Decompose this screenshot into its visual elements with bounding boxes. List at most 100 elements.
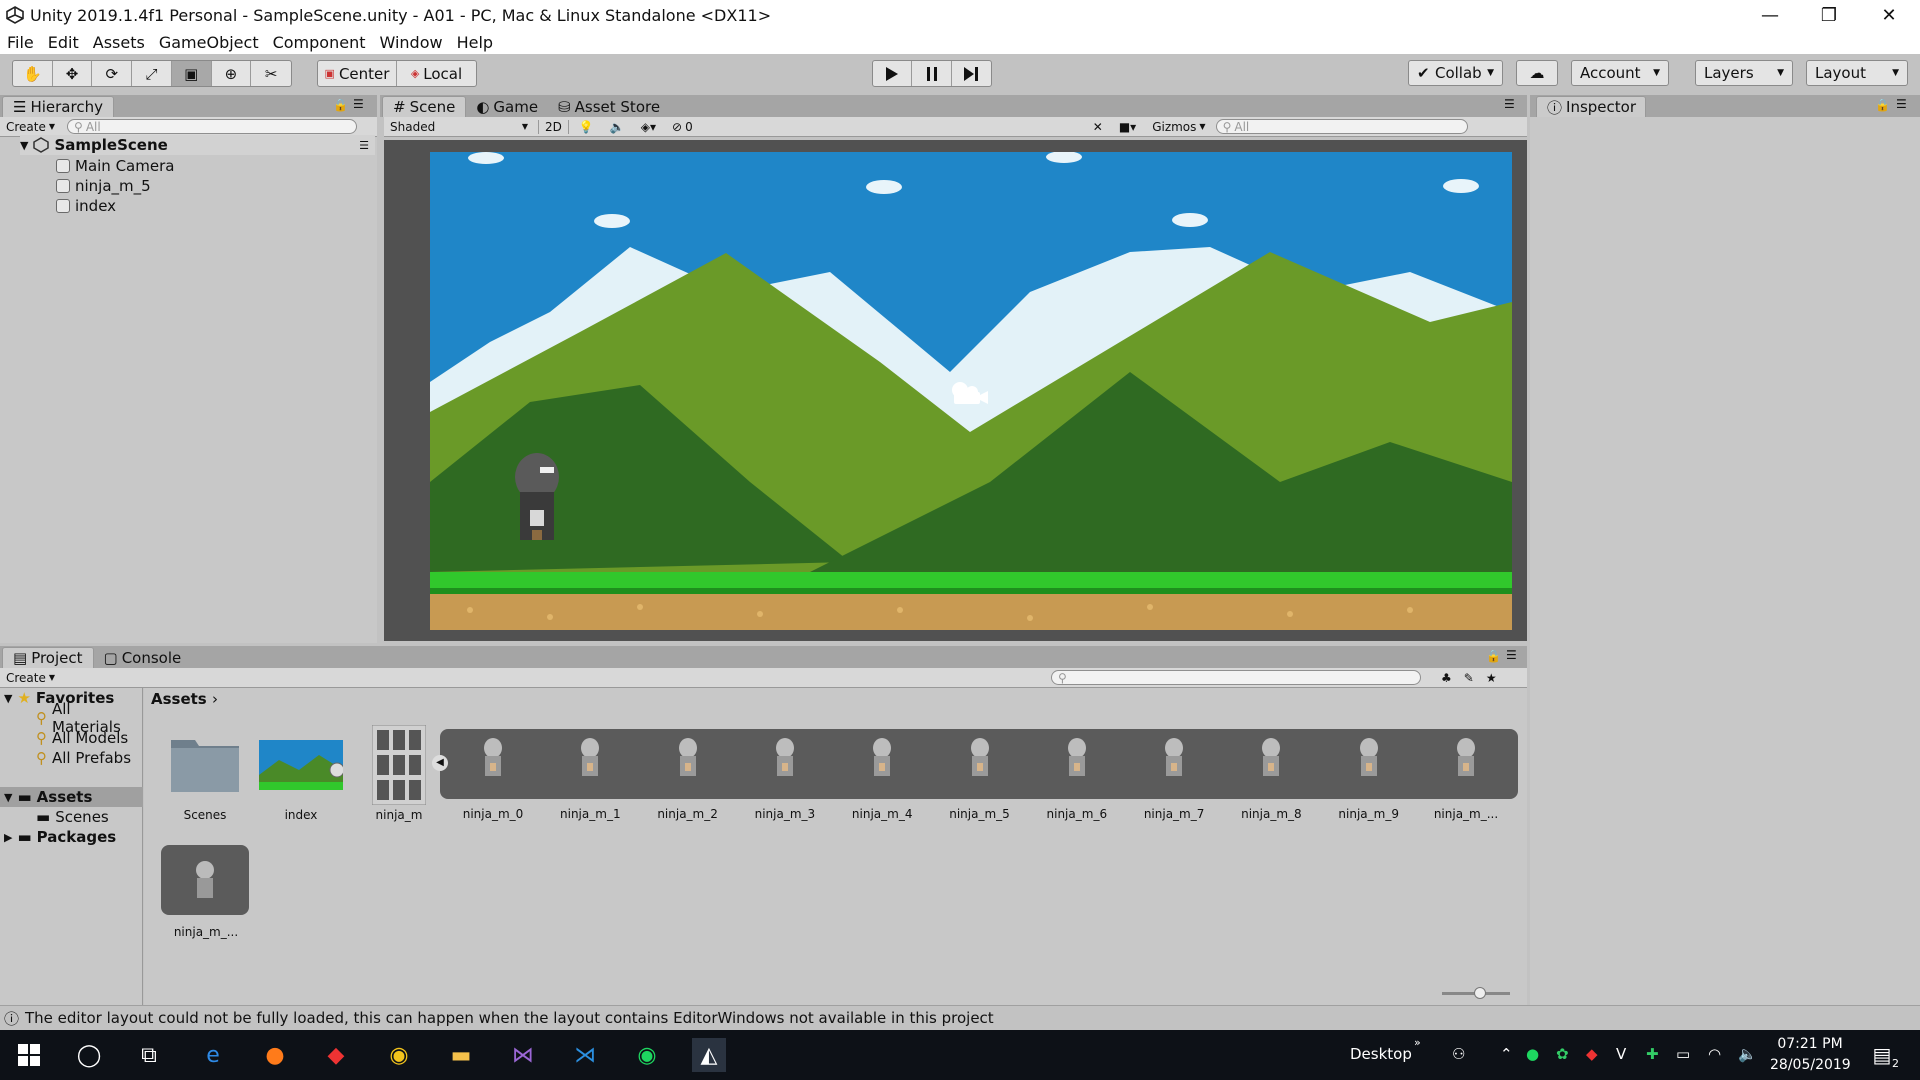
collapse-arrow-icon[interactable]: ▶: [4, 831, 12, 844]
spotify-icon[interactable]: ◉: [630, 1038, 664, 1072]
hierarchy-item[interactable]: Main Camera: [56, 156, 174, 176]
asset-folder-scenes[interactable]: Scenes: [160, 730, 250, 822]
menu-help[interactable]: Help: [450, 33, 500, 52]
gizmos-dropdown[interactable]: Gizmos ▼: [1146, 120, 1211, 134]
camera-settings-icon[interactable]: ■▾: [1113, 120, 1142, 134]
sprite-asset[interactable]: ninja_m_2: [643, 735, 733, 825]
lock-icon[interactable]: 🔒: [333, 98, 348, 112]
menu-gameobject[interactable]: GameObject: [152, 33, 266, 52]
tab-hierarchy[interactable]: ☰ Hierarchy: [2, 96, 114, 117]
rotate-tool-icon[interactable]: ⟳: [92, 61, 133, 86]
scene-search-input[interactable]: ⚲ All: [1215, 119, 1468, 134]
collab-dropdown[interactable]: ✔ Collab ▼: [1408, 60, 1503, 86]
layers-dropdown[interactable]: Layers ▼: [1695, 60, 1793, 86]
custom-tool-icon[interactable]: ✂: [251, 61, 291, 86]
panel-menu-icon[interactable]: ☰: [1896, 97, 1907, 111]
status-message[interactable]: The editor layout could not be fully loa…: [25, 1009, 994, 1027]
sprite-asset[interactable]: ninja_m_4: [837, 735, 927, 825]
lighting-icon[interactable]: 💡: [573, 120, 600, 134]
hidden-objects-toggle[interactable]: ⊘ 0: [666, 120, 699, 134]
filter-type-icon[interactable]: ♣: [1435, 671, 1458, 685]
wifi-icon[interactable]: ◠: [1708, 1045, 1721, 1063]
close-button[interactable]: ✕: [1860, 0, 1918, 30]
cortana-search-icon[interactable]: ◯: [72, 1038, 106, 1072]
windows-start-icon[interactable]: [12, 1038, 46, 1072]
filter-label-icon[interactable]: ✎: [1458, 671, 1480, 685]
toggle-2d-button[interactable]: 2D: [538, 119, 569, 134]
scene-viewport[interactable]: [384, 140, 1527, 641]
menu-component[interactable]: Component: [266, 33, 373, 52]
rect-tool-icon[interactable]: ▣: [171, 61, 212, 86]
tray-app-icon[interactable]: ✿: [1556, 1045, 1569, 1063]
tray-red-icon[interactable]: ◆: [1586, 1045, 1598, 1063]
favorite-item[interactable]: ⚲ All Models: [36, 728, 128, 748]
breadcrumb[interactable]: Assets ›: [151, 690, 218, 708]
hierarchy-search-input[interactable]: ⚲ All: [67, 119, 358, 134]
edge-browser-icon[interactable]: e: [196, 1038, 230, 1072]
tab-console[interactable]: ▢ Console: [94, 647, 192, 668]
sprite-asset[interactable]: ninja_m_9: [1324, 735, 1414, 825]
menu-edit[interactable]: Edit: [41, 33, 86, 52]
battery-icon[interactable]: ▭: [1676, 1045, 1690, 1063]
favorite-star-icon[interactable]: ★: [1480, 671, 1503, 685]
pause-button[interactable]: [912, 61, 952, 86]
desktop-toolbar-label[interactable]: Desktop: [1350, 1045, 1412, 1063]
menu-window[interactable]: Window: [372, 33, 449, 52]
shading-dropdown[interactable]: Shaded ▼: [384, 120, 534, 134]
tools-icon[interactable]: ✕: [1087, 120, 1109, 134]
clock[interactable]: 07:21 PM 28/05/2019: [1770, 1034, 1851, 1076]
assets-row[interactable]: ▼ ▬ Assets: [0, 787, 143, 807]
tray-v-icon[interactable]: V: [1616, 1045, 1626, 1063]
play-button[interactable]: [873, 61, 913, 86]
visual-studio-icon[interactable]: ⋈: [506, 1038, 540, 1072]
minimize-button[interactable]: —: [1741, 0, 1799, 30]
sprite-asset[interactable]: ninja_m_...: [1421, 735, 1511, 825]
sprite-asset[interactable]: ninja_m_6: [1032, 735, 1122, 825]
firefox-icon[interactable]: ●: [258, 1038, 292, 1072]
expand-arrow-icon[interactable]: ▼: [4, 791, 12, 804]
tab-scene[interactable]: # Scene: [382, 96, 467, 117]
sprite-asset[interactable]: ninja_m_3: [740, 735, 830, 825]
lock-icon[interactable]: 🔒: [1486, 649, 1501, 663]
favorite-item[interactable]: ⚲ All Prefabs: [36, 748, 131, 768]
toolbar-expand-icon[interactable]: »: [1414, 1036, 1421, 1049]
hand-tool-icon[interactable]: ✋: [13, 61, 53, 86]
chrome-icon[interactable]: ◉: [382, 1038, 416, 1072]
sprite-asset[interactable]: ninja_m_8: [1226, 735, 1316, 825]
pivot-center-button[interactable]: ▣ Center: [318, 61, 397, 86]
asset-ninja-spritesheet[interactable]: ninja_m: [354, 724, 444, 822]
transform-tool-icon[interactable]: ⊕: [212, 61, 252, 86]
tab-project[interactable]: ▤ Project: [2, 647, 94, 668]
account-dropdown[interactable]: Account ▼: [1571, 60, 1669, 86]
tab-game[interactable]: ◐ Game: [466, 96, 548, 117]
file-explorer-icon[interactable]: ▬: [444, 1038, 478, 1072]
sprite-asset[interactable]: ninja_m_1: [545, 735, 635, 825]
layout-dropdown[interactable]: Layout ▼: [1806, 60, 1908, 86]
panel-menu-icon[interactable]: ☰: [1504, 97, 1515, 111]
packages-row[interactable]: ▶ ▬ Packages: [4, 827, 116, 847]
lock-icon[interactable]: 🔒: [1875, 98, 1890, 112]
volume-icon[interactable]: 🔈: [1738, 1045, 1757, 1063]
task-view-icon[interactable]: ⧉: [132, 1038, 166, 1072]
tab-asset-store[interactable]: ⛁ Asset Store: [548, 96, 670, 117]
sprite-asset[interactable]: ninja_m_...: [161, 845, 249, 945]
vscode-icon[interactable]: ⋊: [568, 1038, 602, 1072]
expand-arrow-icon[interactable]: ▼: [20, 139, 28, 152]
project-search-input[interactable]: ⚲: [1051, 670, 1422, 685]
tray-chevron-icon[interactable]: ⌃: [1500, 1045, 1513, 1063]
project-create-dropdown[interactable]: Create ▼: [0, 671, 61, 685]
effects-icon[interactable]: ◈▾: [635, 120, 662, 134]
tray-green-icon[interactable]: ✚: [1646, 1045, 1659, 1063]
hierarchy-item[interactable]: ninja_m_5: [56, 176, 151, 196]
tab-inspector[interactable]: ⓘ Inspector: [1536, 96, 1646, 117]
favorite-item[interactable]: ⚲ All Materials: [36, 700, 142, 736]
scene-row[interactable]: ▼ SampleScene ☰: [20, 135, 375, 155]
scale-tool-icon[interactable]: ⤢: [132, 61, 172, 86]
expand-arrow-icon[interactable]: ▼: [4, 692, 12, 705]
unity-taskbar-icon[interactable]: ◭: [692, 1038, 726, 1072]
sprite-asset[interactable]: ninja_m_5: [935, 735, 1025, 825]
hierarchy-create-dropdown[interactable]: Create ▼: [0, 120, 61, 134]
cloud-button[interactable]: ☁: [1516, 60, 1558, 86]
notifications-icon[interactable]: ▤ 2: [1865, 1038, 1899, 1072]
step-button[interactable]: [952, 61, 991, 86]
